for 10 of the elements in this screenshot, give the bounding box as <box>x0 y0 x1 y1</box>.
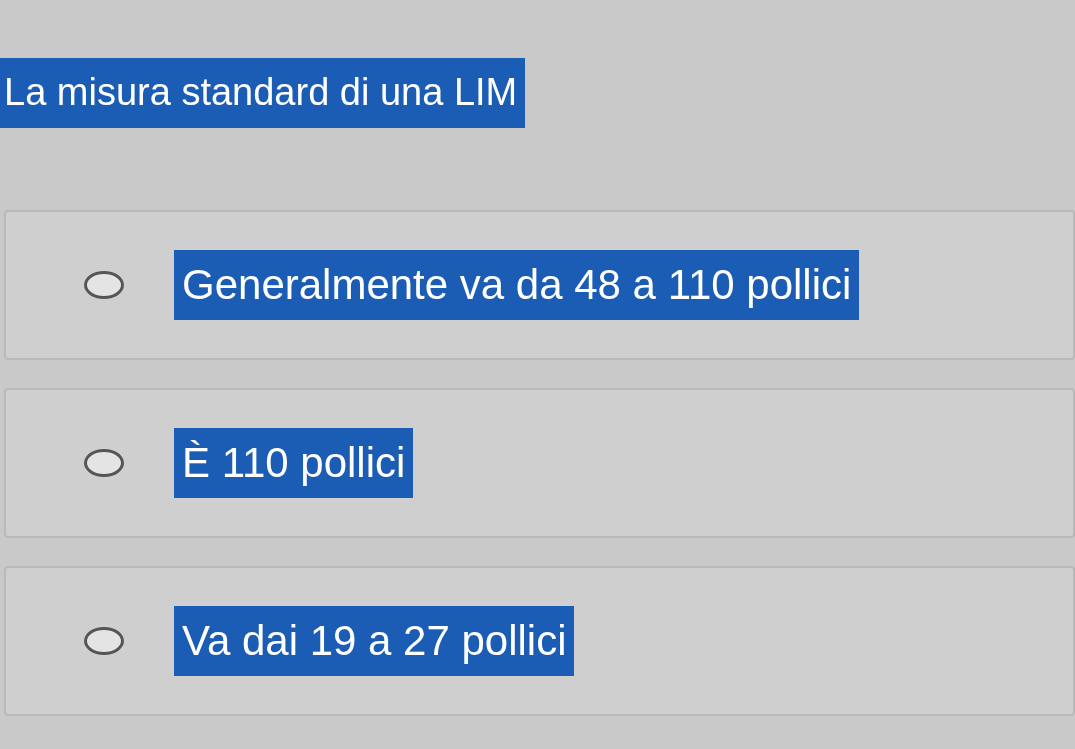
radio-button[interactable] <box>84 270 124 299</box>
option-label: È 110 pollici <box>174 427 414 498</box>
question-text: La misura standard di una LIM <box>0 58 526 128</box>
option-label: Va dai 19 a 27 pollici <box>174 605 575 676</box>
radio-button[interactable] <box>84 448 124 477</box>
answer-option[interactable]: Generalmente va da 48 a 110 pollici <box>4 209 1075 360</box>
answer-option[interactable]: Va dai 19 a 27 pollici <box>4 565 1075 716</box>
answer-option[interactable]: È 110 pollici <box>4 387 1075 538</box>
option-label: Generalmente va da 48 a 110 pollici <box>174 249 860 320</box>
radio-button[interactable] <box>84 626 124 655</box>
